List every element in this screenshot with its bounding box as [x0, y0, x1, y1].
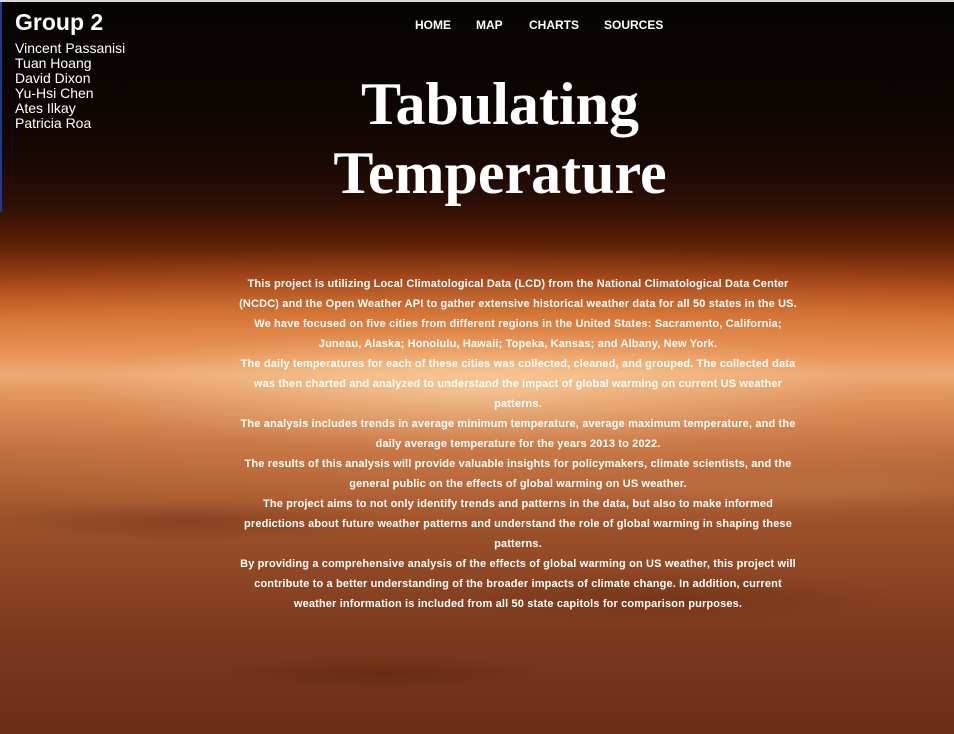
nav-link-home[interactable]: HOME	[415, 17, 451, 33]
paragraph: This project is utilizing Local Climatol…	[239, 278, 797, 350]
top-border	[0, 0, 954, 2]
paragraph: The project aims to not only identify tr…	[244, 498, 792, 550]
page-background: Group 2 Vincent Passanisi Tuan Hoang Dav…	[0, 0, 954, 734]
title-line-1: Tabulating	[361, 71, 639, 137]
nav-link-charts[interactable]: CHARTS	[529, 17, 579, 33]
member-name: Vincent Passanisi	[15, 40, 126, 56]
project-description: This project is utilizing Local Climatol…	[232, 274, 804, 614]
page-title: Tabulating Temperature	[0, 70, 954, 208]
title-line-2: Temperature	[333, 140, 667, 206]
main-nav: HOME MAP CHARTS SOURCES	[0, 17, 954, 37]
paragraph: By providing a comprehensive analysis of…	[240, 558, 796, 610]
member-name: Tuan Hoang	[15, 55, 92, 71]
paragraph: The analysis includes trends in average …	[240, 418, 796, 450]
nav-link-sources[interactable]: SOURCES	[604, 17, 663, 33]
nav-link-map[interactable]: MAP	[476, 17, 503, 33]
paragraph: The daily temperatures for each of these…	[240, 358, 796, 410]
paragraph: The results of this analysis will provid…	[244, 458, 792, 490]
